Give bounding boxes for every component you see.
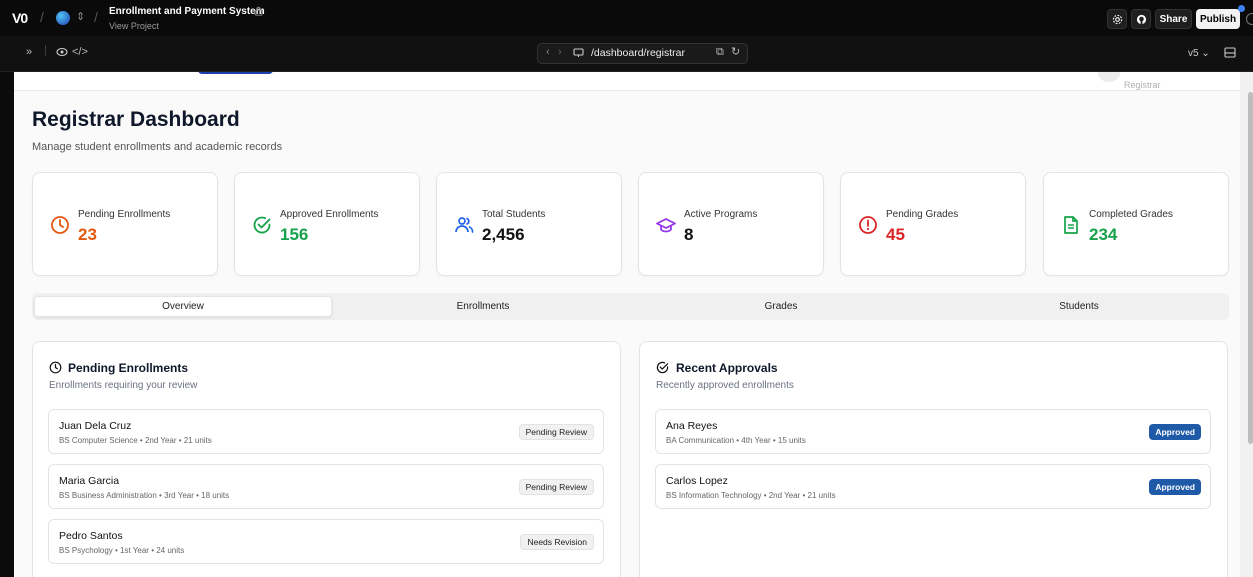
separator: / [94, 9, 98, 25]
stat-value: 23 [78, 225, 97, 244]
panel-subtitle: Enrollments requiring your review [49, 380, 198, 391]
notification-dot [1238, 5, 1245, 12]
url-text[interactable]: /dashboard/registrar [591, 47, 685, 59]
tab-students[interactable]: Students [930, 296, 1228, 317]
github-button[interactable] [1131, 9, 1151, 29]
separator: | [44, 44, 47, 56]
student-name: Juan Dela Cruz [59, 420, 132, 432]
gear-icon [1112, 14, 1122, 24]
stat-card-pending-enrollments: Pending Enrollments 23 [32, 172, 218, 276]
github-icon [1136, 14, 1146, 24]
external-link-icon[interactable]: ⧉ [716, 46, 724, 59]
share-button[interactable]: Share [1155, 9, 1192, 29]
student-detail: BS Business Administration • 3rd Year • … [59, 491, 230, 500]
clock-icon [51, 216, 69, 234]
preview-viewport: Registrar Registrar Dashboard Manage stu… [14, 72, 1240, 577]
list-item[interactable]: Carlos Lopez BS Information Technology •… [655, 464, 1211, 509]
chevron-updown-icon[interactable]: ⇕ [76, 10, 85, 23]
list-item[interactable]: Pedro Santos BS Psychology • 1st Year • … [48, 519, 604, 564]
student-name: Maria Garcia [59, 475, 120, 487]
stat-value: 2,456 [482, 225, 525, 244]
page-title: Registrar Dashboard [32, 108, 240, 131]
version-label: v5 [1188, 48, 1199, 59]
stat-label: Pending Enrollments [78, 209, 171, 220]
student-detail: BA Communication • 4th Year • 15 units [666, 436, 806, 445]
header-button[interactable] [198, 72, 273, 74]
tab-enrollments[interactable]: Enrollments [334, 296, 632, 317]
page-subtitle: Manage student enrollments and academic … [32, 141, 283, 153]
panel-subtitle: Recently approved enrollments [656, 380, 794, 391]
graduation-cap-icon [656, 218, 676, 233]
stat-value: 156 [280, 225, 309, 244]
status-badge: Needs Revision [520, 534, 594, 550]
status-badge: Approved [1149, 479, 1201, 495]
student-detail: BS Psychology • 1st Year • 24 units [59, 546, 185, 555]
student-detail: BS Information Technology • 2nd Year • 2… [666, 491, 836, 500]
monitor-icon[interactable] [573, 48, 584, 58]
publish-button[interactable]: Publish [1196, 9, 1240, 29]
stat-value: 8 [684, 225, 694, 244]
forward-icon[interactable]: › [558, 46, 562, 58]
file-text-icon [1064, 216, 1078, 234]
eye-icon[interactable] [56, 47, 68, 57]
project-title[interactable]: Enrollment and Payment System [109, 6, 265, 17]
stat-card-completed-grades: Completed Grades 234 [1043, 172, 1229, 276]
separator: / [40, 9, 44, 25]
stat-value: 234 [1089, 225, 1118, 244]
status-badge: Pending Review [518, 424, 594, 440]
clock-icon [49, 361, 62, 374]
recent-approvals-panel: Recent Approvals Recently approved enrol… [639, 341, 1228, 577]
list-item[interactable]: Juan Dela Cruz BS Computer Science • 2nd… [48, 409, 604, 454]
expand-sidebar-icon[interactable]: » [26, 46, 32, 58]
check-circle-icon [253, 216, 271, 234]
user-avatar[interactable] [1098, 72, 1120, 82]
panel-title: Pending Enrollments [68, 361, 189, 375]
student-name: Ana Reyes [666, 420, 718, 432]
app-header: Registrar [14, 72, 1240, 91]
account-avatar[interactable] [1246, 13, 1253, 25]
stat-label: Total Students [482, 209, 546, 220]
stat-label: Pending Grades [886, 209, 959, 220]
view-project-link[interactable]: View Project [109, 21, 159, 31]
user-role: Registrar [1124, 80, 1161, 90]
panel-title: Recent Approvals [676, 361, 778, 375]
student-name: Carlos Lopez [666, 475, 728, 487]
back-icon[interactable]: ‹ [546, 46, 550, 58]
student-name: Pedro Santos [59, 530, 123, 542]
tab-list: Overview Enrollments Grades Students [32, 293, 1229, 320]
tab-grades[interactable]: Grades [632, 296, 930, 317]
stat-card-approved-enrollments: Approved Enrollments 156 [234, 172, 420, 276]
list-item[interactable]: Ana Reyes BA Communication • 4th Year • … [655, 409, 1211, 454]
scrollbar-thumb[interactable] [1248, 92, 1253, 444]
settings-button[interactable] [1107, 9, 1127, 29]
refresh-icon[interactable]: ↻ [731, 45, 740, 58]
alert-circle-icon [859, 216, 877, 234]
status-badge: Pending Review [518, 479, 594, 495]
stat-value: 45 [886, 225, 905, 244]
code-icon[interactable]: </> [72, 46, 88, 58]
top-bar: V0 / ⇕ / Enrollment and Payment System V… [0, 0, 1253, 36]
tab-overview[interactable]: Overview [34, 296, 332, 317]
lock-icon [254, 6, 263, 16]
v0-logo[interactable]: V0 [12, 10, 28, 26]
check-circle-icon [656, 361, 669, 374]
list-item[interactable]: Maria Garcia BS Business Administration … [48, 464, 604, 509]
status-badge: Approved [1149, 424, 1201, 440]
version-selector[interactable]: v5 ⌄ [1188, 48, 1210, 59]
users-icon [455, 217, 474, 233]
stat-label: Active Programs [684, 209, 758, 220]
stat-label: Approved Enrollments [280, 209, 379, 220]
stat-card-total-students: Total Students 2,456 [436, 172, 622, 276]
stat-card-pending-grades: Pending Grades 45 [840, 172, 1026, 276]
student-detail: BS Computer Science • 2nd Year • 21 unit… [59, 436, 212, 445]
project-avatar[interactable] [56, 11, 70, 25]
stat-card-active-programs: Active Programs 8 [638, 172, 824, 276]
layout-icon[interactable] [1224, 47, 1236, 58]
stat-label: Completed Grades [1089, 209, 1173, 220]
